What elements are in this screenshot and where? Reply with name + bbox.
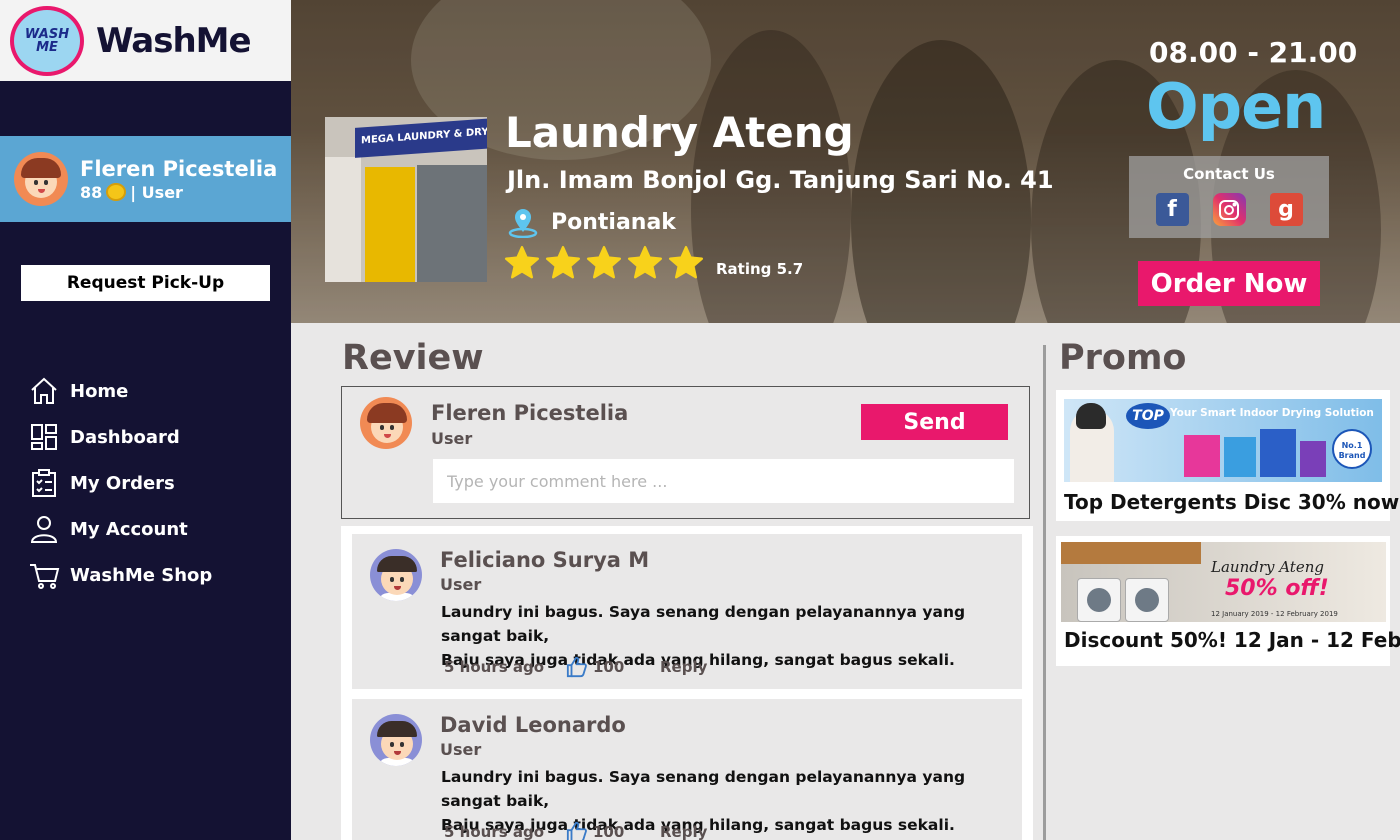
review-title: Review: [342, 338, 484, 378]
user-role: | User: [130, 182, 183, 202]
sidebar-nav: Home Dashboard My Orders My Account Wash…: [28, 368, 212, 598]
coin-count: 88: [80, 182, 103, 202]
sidebar-item-label: WashMe Shop: [70, 564, 213, 586]
location-pin-icon: [508, 209, 538, 238]
comment-composer: Fleren Picestelia User Send: [341, 386, 1030, 519]
sidebar-item-washme-shop[interactable]: WashMe Shop: [28, 552, 212, 598]
like-count: 100: [593, 823, 625, 840]
star-icon: [627, 245, 663, 279]
star-icon: [545, 245, 581, 279]
washme-logo[interactable]: WASH ME: [10, 5, 84, 76]
reviews-list[interactable]: Feliciano Surya M User Laundry ini bagus…: [341, 526, 1033, 840]
order-now-button[interactable]: Order Now: [1138, 261, 1320, 306]
sidebar-item-label: Dashboard: [70, 426, 180, 448]
reply-button[interactable]: Reply: [660, 823, 707, 840]
user-icon: [30, 516, 58, 543]
star-icon: [668, 245, 704, 279]
banner-tagline: Your Smart Indoor Drying Solution: [1170, 407, 1374, 419]
send-button[interactable]: Send: [861, 404, 1008, 440]
star-icon: [586, 245, 622, 279]
shop-hero: MEGA LAUNDRY & DRY CLEA Laundry Ateng Jl…: [291, 0, 1400, 323]
thumbs-up-icon: [566, 821, 587, 840]
composer-name: Fleren Picestelia: [431, 401, 629, 425]
composer-avatar: [360, 397, 412, 449]
opening-hours: 08.00 - 21.00: [1149, 36, 1358, 69]
brand-name[interactable]: WashMe: [96, 21, 252, 61]
sidebar-item-my-account[interactable]: My Account: [28, 506, 212, 552]
shop-name: Laundry Ateng: [505, 108, 854, 157]
user-name: Fleren Picestelia: [80, 156, 278, 181]
sidebar-item-home[interactable]: Home: [28, 368, 212, 414]
review-item: Feliciano Surya M User Laundry ini bagus…: [352, 534, 1022, 689]
comment-input[interactable]: [433, 459, 1014, 503]
coin-icon: [106, 183, 127, 201]
shop-photo: MEGA LAUNDRY & DRY CLEA: [325, 117, 487, 282]
promo-banner-detergent: TOP Your Smart Indoor Drying Solution No…: [1064, 399, 1382, 482]
sidebar-item-label: My Account: [70, 518, 188, 540]
star-icon: [504, 245, 540, 279]
section-divider: [1043, 345, 1046, 840]
banner-dates: 12 January 2019 - 12 February 2019: [1211, 610, 1338, 618]
logo-text: WASH ME: [24, 26, 70, 55]
instagram-icon[interactable]: [1212, 193, 1246, 226]
review-text-line: Laundry ini bagus. Saya senang dengan pe…: [441, 603, 966, 645]
sidebar-item-label: Home: [70, 380, 129, 402]
contact-title: Contact Us: [1183, 165, 1275, 183]
review-time: 5 hours ago: [444, 658, 545, 676]
like-count: 100: [593, 658, 625, 676]
promo-caption: Top Detergents Disc 30% now!: [1064, 490, 1400, 514]
open-status: Open: [1146, 70, 1326, 143]
reviewer-role: User: [440, 740, 482, 759]
reviewer-name: Feliciano Surya M: [440, 548, 650, 572]
shop-address: Jln. Imam Bonjol Gg. Tanjung Sari No. 41: [507, 166, 1054, 194]
like-button[interactable]: 100: [566, 821, 660, 840]
banner-title: Laundry Ateng: [1211, 558, 1324, 576]
like-button[interactable]: 100: [566, 656, 660, 678]
review-text-line: Laundry ini bagus. Saya senang dengan pe…: [441, 768, 966, 810]
promo-card[interactable]: Laundry Ateng 50% off! 12 January 2019 -…: [1056, 536, 1400, 666]
sidebar-item-label: My Orders: [70, 472, 175, 494]
banner-offer: 50% off!: [1225, 576, 1329, 601]
cart-icon: [30, 564, 60, 589]
promo-banner-discount: Laundry Ateng 50% off! 12 January 2019 -…: [1061, 542, 1386, 622]
rating-label: Rating 5.7: [716, 260, 804, 278]
user-card[interactable]: Fleren Picestelia 88 | User: [0, 136, 291, 222]
reviewer-name: David Leonardo: [440, 713, 626, 737]
dashboard-icon: [31, 424, 57, 450]
sidebar-item-my-orders[interactable]: My Orders: [28, 460, 212, 506]
brand-header: WASH ME WashMe: [0, 0, 291, 81]
facebook-icon[interactable]: f: [1155, 193, 1189, 226]
shop-city: Pontianak: [551, 209, 676, 235]
google-plus-icon[interactable]: g: [1269, 193, 1303, 226]
home-icon: [31, 377, 57, 404]
user-avatar: [14, 152, 68, 206]
sidebar-item-dashboard[interactable]: Dashboard: [28, 414, 212, 460]
thumbs-up-icon: [566, 656, 587, 678]
review-time: 5 hours ago: [444, 823, 545, 840]
review-item: David Leonardo User Laundry ini bagus. S…: [352, 699, 1022, 840]
reviewer-avatar: [370, 549, 422, 601]
sidebar: WASH ME WashMe Fleren Picestelia 88 | Us…: [0, 0, 291, 840]
banner-brand: TOP: [1126, 403, 1170, 429]
clipboard-icon: [32, 469, 56, 497]
banner-badge: No.1 Brand: [1332, 429, 1372, 469]
shop-location: Pontianak: [507, 206, 676, 238]
reply-button[interactable]: Reply: [660, 658, 707, 676]
reviewer-avatar: [370, 714, 422, 766]
rating-stars: Rating 5.7: [503, 244, 803, 282]
reviewer-role: User: [440, 575, 482, 594]
request-pickup-button[interactable]: Request Pick-Up: [21, 265, 270, 301]
contact-box: Contact Us f g: [1129, 156, 1329, 238]
composer-role: User: [431, 429, 473, 448]
shop-photo-sign: MEGA LAUNDRY & DRY CLEA: [355, 118, 487, 158]
promo-caption: Discount 50%! 12 Jan - 12 Feb!: [1064, 628, 1400, 652]
promo-title: Promo: [1059, 338, 1187, 378]
promo-card[interactable]: TOP Your Smart Indoor Drying Solution No…: [1056, 390, 1400, 521]
